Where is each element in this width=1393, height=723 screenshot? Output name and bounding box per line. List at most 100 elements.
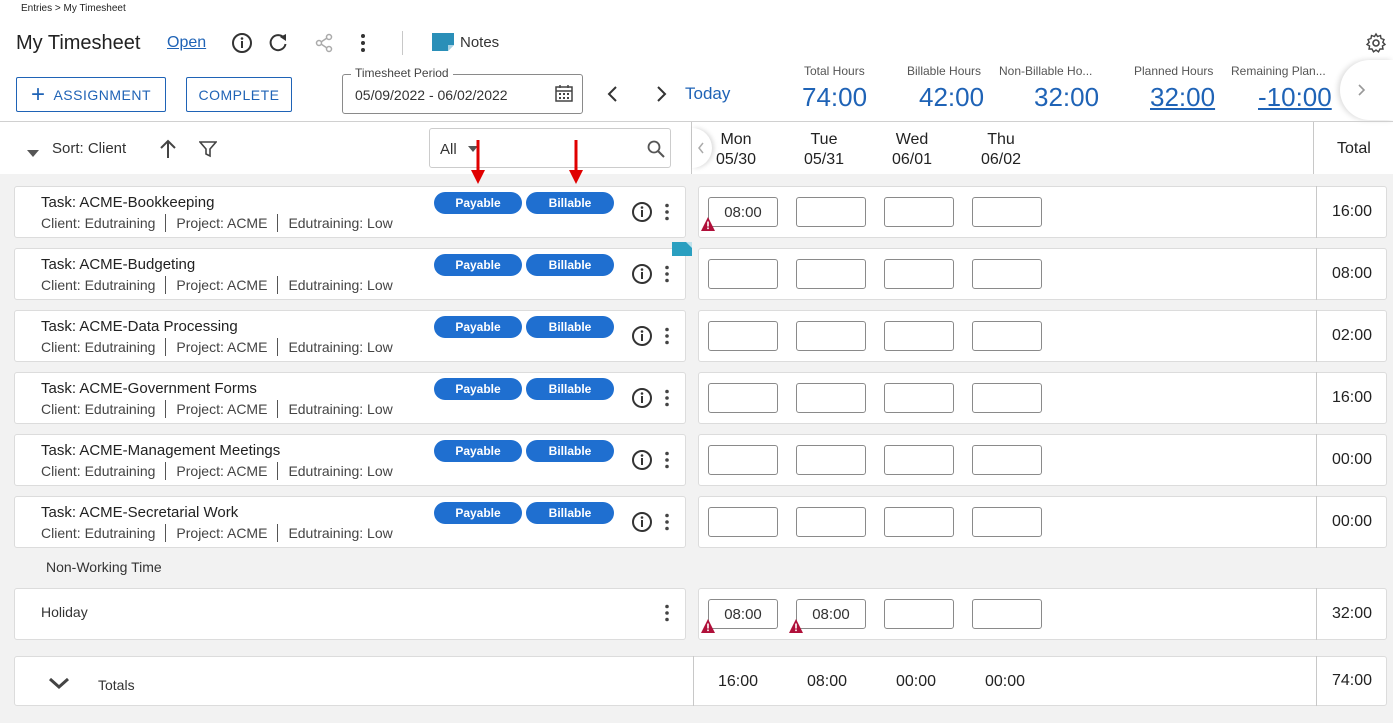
toolbar-divider	[402, 31, 403, 55]
sort-label[interactable]: Sort: Client	[52, 140, 126, 157]
holiday-row[interactable]	[14, 588, 686, 640]
day-date: 05/30	[715, 151, 757, 168]
stat-billable-hours-label: Billable Hours	[907, 64, 982, 78]
refresh-icon[interactable]	[265, 30, 291, 56]
holiday-hours-thu-input[interactable]	[972, 599, 1042, 629]
stat-remaining-planned-label: Remaining Plan...	[1231, 64, 1326, 78]
chevron-right-icon	[1358, 84, 1366, 96]
info-icon[interactable]	[229, 30, 255, 56]
filter-select-value[interactable]: All	[440, 141, 457, 158]
timesheet-period-value: 05/09/2022 - 06/02/2022	[355, 87, 508, 103]
sort-caret-down-icon[interactable]	[27, 145, 39, 163]
breadcrumb[interactable]: Entries > My Timesheet	[21, 3, 126, 14]
notes-label: Notes	[460, 33, 500, 51]
warning-icon[interactable]	[700, 618, 716, 634]
task-row[interactable]	[14, 434, 686, 486]
task-more-vertical-icon[interactable]	[659, 451, 675, 474]
sort-ascending-arrow-up-icon[interactable]	[155, 136, 181, 162]
task-info-icon[interactable]	[631, 201, 653, 228]
holiday-hours-mon-input[interactable]: 08:00	[708, 599, 778, 629]
previous-period-chevron-left-icon[interactable]	[600, 81, 626, 107]
status-link[interactable]: Open	[167, 34, 206, 52]
task-more-vertical-icon[interactable]	[659, 389, 675, 412]
task-row[interactable]	[14, 310, 686, 362]
task-hours-input[interactable]	[708, 383, 778, 413]
task-hours-input[interactable]	[796, 507, 866, 537]
totals-tue: 08:00	[806, 673, 848, 690]
task-hours-input[interactable]	[972, 383, 1042, 413]
add-assignment-button[interactable]: + ASSIGNMENT	[16, 77, 166, 112]
task-hours-input[interactable]	[884, 383, 954, 413]
task-hours-input[interactable]	[708, 507, 778, 537]
calendar-icon[interactable]	[555, 84, 573, 107]
task-more-vertical-icon[interactable]	[659, 513, 675, 536]
totals-mon: 16:00	[717, 673, 759, 690]
totals-expand-chevron-down-icon[interactable]	[48, 676, 70, 695]
task-hours-input[interactable]	[796, 321, 866, 351]
holiday-hours-wed-input[interactable]	[884, 599, 954, 629]
task-hours-input[interactable]	[972, 259, 1042, 289]
search-icon[interactable]	[647, 140, 665, 158]
task-hours-input[interactable]	[796, 259, 866, 289]
task-hours-input[interactable]	[972, 197, 1042, 227]
task-hours-input[interactable]: 08:00	[708, 197, 778, 227]
task-hours-input[interactable]	[972, 507, 1042, 537]
task-info-icon[interactable]	[631, 449, 653, 476]
task-hours-input[interactable]	[884, 259, 954, 289]
share-icon[interactable]	[311, 30, 337, 56]
next-period-chevron-right-icon[interactable]	[648, 81, 674, 107]
stat-remaining-planned-value[interactable]: -10:00	[1258, 82, 1332, 113]
today-link[interactable]: Today	[685, 84, 730, 104]
warning-icon[interactable]	[788, 618, 804, 634]
task-hours-input[interactable]	[796, 445, 866, 475]
day-name: Wed	[895, 131, 929, 148]
task-row[interactable]	[14, 496, 686, 548]
totals-grand: 74:00	[1332, 672, 1373, 689]
task-hours-input[interactable]	[884, 197, 954, 227]
task-info-icon[interactable]	[631, 325, 653, 352]
stat-planned-hours-label: Planned Hours	[1134, 64, 1214, 78]
holiday-more-vertical-icon[interactable]	[659, 604, 675, 627]
settings-gear-icon[interactable]	[1363, 30, 1389, 56]
task-hours-input[interactable]	[708, 259, 778, 289]
stats-scroll-right-button[interactable]	[1340, 60, 1393, 120]
task-info-icon[interactable]	[631, 263, 653, 290]
day-name: Tue	[810, 131, 838, 148]
annotation-arrow-icon	[471, 140, 485, 184]
task-hours-input[interactable]	[796, 383, 866, 413]
totals-row	[14, 656, 1387, 706]
task-hours-input[interactable]	[796, 197, 866, 227]
task-more-vertical-icon[interactable]	[659, 265, 675, 288]
day-date: 06/01	[891, 151, 933, 168]
annotation-arrow-icon	[569, 140, 583, 184]
stat-total-hours-value: 74:00	[802, 82, 868, 112]
task-hours-input[interactable]	[708, 321, 778, 351]
stat-billable-hours-value: 42:00	[919, 82, 985, 112]
task-hours-input[interactable]	[972, 321, 1042, 351]
task-hours-input[interactable]	[884, 445, 954, 475]
filter-search-input[interactable]: All	[429, 128, 671, 168]
task-more-vertical-icon[interactable]	[659, 327, 675, 350]
task-row[interactable]	[14, 372, 686, 424]
holiday-label: Holiday	[41, 604, 88, 620]
task-row[interactable]	[14, 248, 686, 300]
task-row[interactable]	[14, 186, 686, 238]
stat-non-billable-hours-label: Non-Billable Ho...	[999, 64, 1093, 78]
task-hours-input[interactable]	[972, 445, 1042, 475]
task-hours-input[interactable]	[708, 445, 778, 475]
total-column-divider	[1313, 122, 1314, 174]
task-hours-input[interactable]	[884, 507, 954, 537]
more-vertical-icon[interactable]	[350, 30, 376, 56]
complete-button[interactable]: COMPLETE	[186, 77, 292, 112]
stat-planned-hours-value[interactable]: 32:00	[1150, 82, 1215, 113]
task-hours-input[interactable]	[884, 321, 954, 351]
task-info-icon[interactable]	[631, 511, 653, 538]
day-header-mon: Mon 05/30	[701, 130, 771, 170]
task-info-icon[interactable]	[631, 387, 653, 414]
totals-thu: 00:00	[984, 673, 1026, 690]
task-more-vertical-icon[interactable]	[659, 203, 675, 226]
holiday-hours-tue-input[interactable]: 08:00	[796, 599, 866, 629]
filter-icon[interactable]	[195, 136, 221, 162]
notes-button[interactable]: Notes	[432, 33, 499, 51]
holiday-total-divider	[1316, 588, 1317, 640]
